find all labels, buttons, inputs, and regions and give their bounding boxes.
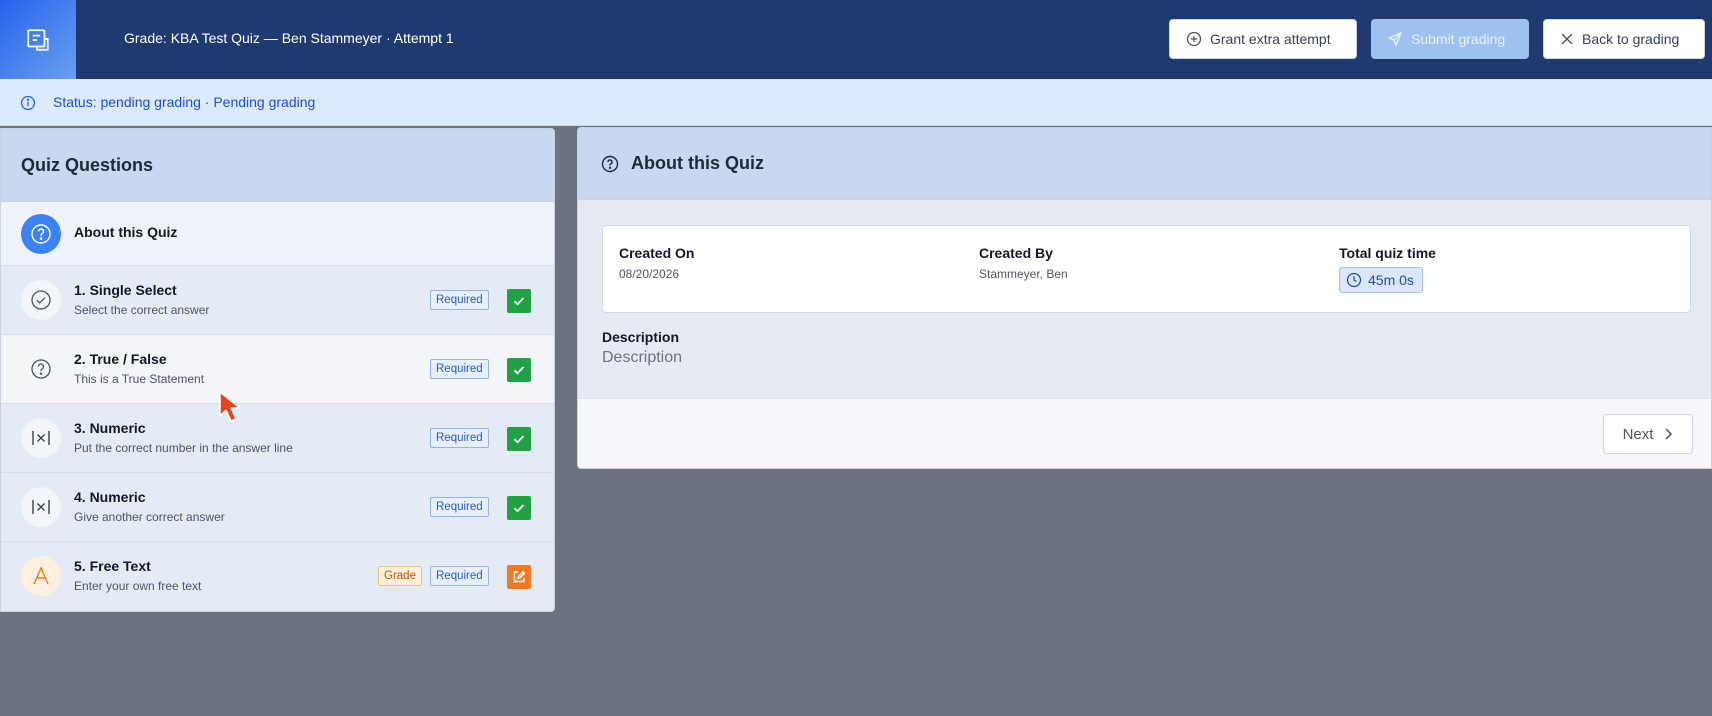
question-circle-icon xyxy=(21,349,61,389)
status-banner: Status: pending grading · Pending gradin… xyxy=(0,79,1712,126)
graded-check-icon xyxy=(507,427,531,451)
question-title: 2. True / False xyxy=(74,351,167,367)
grade-badge: Grade xyxy=(378,566,422,586)
quiz-detail-header: About this Quiz xyxy=(578,128,1711,200)
question-title: 4. Numeric xyxy=(74,489,146,505)
question-item-3[interactable]: 3. Numeric Put the correct number in the… xyxy=(1,404,554,473)
info-icon xyxy=(20,95,36,111)
text-a-icon xyxy=(21,556,61,596)
required-badge: Required xyxy=(430,290,489,310)
question-circle-icon xyxy=(601,155,619,173)
quiz-info-card: Created On 08/20/2026 Created By Stammey… xyxy=(602,225,1691,313)
quiz-questions-heading: Quiz Questions xyxy=(1,129,554,202)
required-badge: Required xyxy=(430,359,489,379)
chevron-right-icon xyxy=(1665,428,1673,440)
question-subtitle: This is a True Statement xyxy=(74,372,205,386)
question-item-5[interactable]: 5. Free Text Enter your own free text Gr… xyxy=(1,542,554,611)
send-icon xyxy=(1387,31,1403,47)
status-text: Status: pending grading · Pending gradin… xyxy=(53,94,316,110)
back-to-grading-button[interactable]: Back to grading xyxy=(1543,19,1705,59)
numeric-icon xyxy=(21,418,61,458)
page-title: Grade: KBA Test Quiz — Ben Stammeyer · A… xyxy=(124,30,454,46)
document-stack-icon xyxy=(27,28,49,51)
next-button[interactable]: Next xyxy=(1603,414,1693,454)
total-quiz-time-field: Total quiz time 45m 0s xyxy=(1339,245,1436,293)
numeric-icon xyxy=(21,487,61,527)
grant-extra-attempt-label: Grant extra attempt xyxy=(1210,31,1331,47)
plus-circle-icon xyxy=(1186,31,1202,47)
quiz-detail-panel: About this Quiz Created On 08/20/2026 Cr… xyxy=(577,127,1712,469)
total-quiz-time-value: 45m 0s xyxy=(1368,272,1414,288)
required-badge: Required xyxy=(430,497,489,517)
submit-grading-button[interactable]: Submit grading xyxy=(1371,19,1529,59)
grant-extra-attempt-button[interactable]: Grant extra attempt xyxy=(1169,19,1357,59)
question-item-2[interactable]: 2. True / False This is a True Statement… xyxy=(1,335,554,404)
created-by-label: Created By xyxy=(979,245,1053,261)
check-circle-icon xyxy=(21,280,61,320)
question-subtitle: Put the correct number in the answer lin… xyxy=(74,441,293,455)
question-title: 3. Numeric xyxy=(74,420,146,436)
description-label: Description xyxy=(602,329,680,345)
graded-check-icon xyxy=(507,496,531,520)
question-subtitle: Enter your own free text xyxy=(74,579,202,593)
next-label: Next xyxy=(1622,425,1654,443)
required-badge: Required xyxy=(430,566,489,586)
edit-grade-icon[interactable] xyxy=(507,565,531,589)
quiz-questions-panel: Quiz Questions About this Quiz 1. Single… xyxy=(0,128,555,612)
question-circle-icon xyxy=(21,214,61,254)
question-title: 5. Free Text xyxy=(74,558,151,574)
quiz-detail-title: About this Quiz xyxy=(631,153,764,173)
submit-grading-label: Submit grading xyxy=(1411,31,1506,47)
description-text: Description xyxy=(602,349,683,366)
back-to-grading-label: Back to grading xyxy=(1582,31,1680,47)
mouse-cursor-icon xyxy=(219,391,241,422)
question-subtitle: Select the correct answer xyxy=(74,303,210,317)
created-by-field: Created By Stammeyer, Ben xyxy=(979,245,1068,281)
total-quiz-time-label: Total quiz time xyxy=(1339,245,1436,261)
question-item-1[interactable]: 1. Single Select Select the correct answ… xyxy=(1,266,554,335)
created-by-value: Stammeyer, Ben xyxy=(979,267,1068,281)
question-subtitle: Give another correct answer xyxy=(74,510,225,524)
question-title: About this Quiz xyxy=(74,224,178,240)
quiz-detail-footer: Next xyxy=(578,398,1711,468)
graded-check-icon xyxy=(507,358,531,382)
required-badge: Required xyxy=(430,428,489,448)
close-icon xyxy=(1561,33,1573,45)
total-quiz-time-chip: 45m 0s xyxy=(1339,267,1423,293)
graded-check-icon xyxy=(507,289,531,313)
question-item-about[interactable]: About this Quiz xyxy=(1,202,554,266)
created-on-label: Created On xyxy=(619,245,695,261)
app-logo[interactable] xyxy=(0,0,76,79)
created-on-field: Created On 08/20/2026 xyxy=(619,245,694,281)
question-item-4[interactable]: 4. Numeric Give another correct answer R… xyxy=(1,473,554,542)
created-on-value: 08/20/2026 xyxy=(619,267,680,281)
top-bar: Grade: KBA Test Quiz — Ben Stammeyer · A… xyxy=(0,0,1712,79)
question-title: 1. Single Select xyxy=(74,282,177,298)
clock-icon xyxy=(1346,272,1362,288)
